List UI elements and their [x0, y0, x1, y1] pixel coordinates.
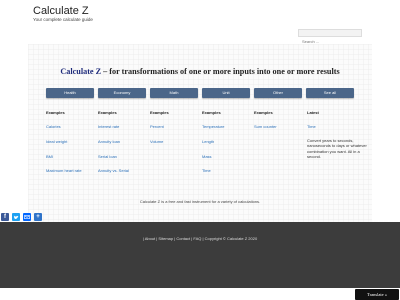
- footer-links[interactable]: | About | Sitemap | Contact | FAQ | Copy…: [0, 236, 400, 241]
- link-calories[interactable]: Calories: [46, 124, 61, 129]
- twitter-icon[interactable]: [12, 213, 20, 221]
- column-heading: Examples: [202, 110, 221, 115]
- column-math: Examples: [150, 110, 200, 115]
- category-button-health[interactable]: Health: [46, 88, 94, 98]
- hero-tagline: – for transformations of one or more inp…: [101, 67, 340, 76]
- facebook-icon[interactable]: f: [1, 213, 9, 221]
- link-latest-time[interactable]: Time: [307, 124, 316, 129]
- site-header: Calculate Z Your complete calculate guid…: [0, 0, 400, 45]
- envelope-shape: [24, 215, 30, 220]
- link-percent[interactable]: Percent: [150, 124, 164, 129]
- column-heading: Examples: [98, 110, 117, 115]
- share-plus-icon[interactable]: +: [34, 213, 42, 221]
- column-health: Examples: [46, 110, 96, 115]
- column-heading: Examples: [150, 110, 169, 115]
- link-mass[interactable]: Mass: [202, 154, 212, 159]
- link-serial-loan[interactable]: Serial loan: [98, 154, 117, 159]
- hero-brand: Calculate Z: [60, 67, 102, 76]
- translate-button[interactable]: Translate »: [355, 289, 399, 300]
- column-heading: Examples: [46, 110, 65, 115]
- category-button-economy[interactable]: Economy: [98, 88, 146, 98]
- column-heading: Examples: [254, 110, 273, 115]
- category-button-unit[interactable]: Unit: [202, 88, 250, 98]
- link-interest-rate[interactable]: Interest rate: [98, 124, 119, 129]
- category-button-see-all[interactable]: See all: [306, 88, 354, 98]
- link-time-unit[interactable]: Time: [202, 168, 211, 173]
- link-annuity-vs-serial[interactable]: Annuity vs. Serial: [98, 168, 129, 173]
- link-sum-counter[interactable]: Sum counter: [254, 124, 277, 129]
- latest-description: Convert years to seconds, nanoseconds to…: [307, 138, 367, 159]
- twitter-bird-shape: [13, 215, 19, 220]
- bottom-strip: [0, 288, 400, 300]
- link-ideal-weight[interactable]: Ideal weight: [46, 139, 67, 144]
- hero-heading: Calculate Z – for transformations of one…: [28, 67, 372, 76]
- column-economy: Examples: [98, 110, 148, 115]
- column-unit: Examples: [202, 110, 252, 115]
- email-icon[interactable]: [23, 213, 31, 221]
- category-button-other[interactable]: Other: [254, 88, 302, 98]
- column-other: Examples: [254, 110, 304, 115]
- link-bmi[interactable]: BMI: [46, 154, 53, 159]
- link-length[interactable]: Length: [202, 139, 214, 144]
- link-volume[interactable]: Volume: [150, 139, 163, 144]
- site-title[interactable]: Calculate Z: [33, 5, 89, 17]
- link-maximum-heart-rate[interactable]: Maximum heart rate: [46, 168, 82, 173]
- link-temperature[interactable]: Temperature: [202, 124, 224, 129]
- column-heading: Latest: [307, 110, 319, 115]
- site-tagline: Your complete calculate guide: [33, 17, 93, 22]
- category-button-math[interactable]: Math: [150, 88, 198, 98]
- link-annuity-loan[interactable]: Annuity loan: [98, 139, 120, 144]
- site-footer: | About | Sitemap | Contact | FAQ | Copy…: [0, 222, 400, 288]
- search-box[interactable]: [298, 29, 362, 45]
- site-description: Calculate Z is a free and fast instrumen…: [139, 199, 261, 204]
- column-latest: Latest: [307, 110, 357, 115]
